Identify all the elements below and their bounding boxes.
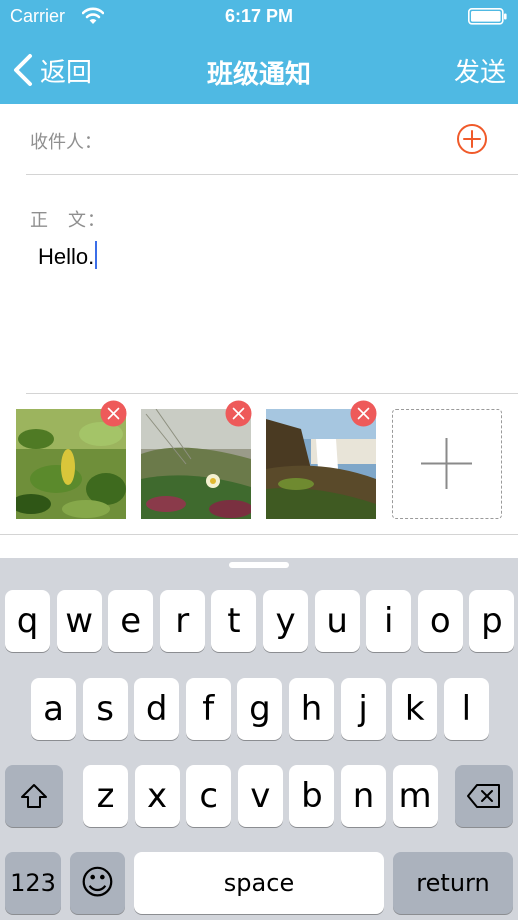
key-b-label: b <box>301 776 323 816</box>
key-t[interactable]: t <box>211 590 257 652</box>
key-f[interactable]: f <box>185 678 231 740</box>
key-a[interactable]: a <box>31 678 76 740</box>
key-p-label: p <box>481 601 503 641</box>
key-z[interactable]: z <box>83 765 128 827</box>
navigation-bar: 返回 班级通知 发送 <box>0 34 518 104</box>
add-recipient-icon[interactable] <box>456 123 488 155</box>
key-u[interactable]: u <box>314 590 360 652</box>
delete-photo-icon[interactable] <box>225 400 252 427</box>
battery-icon <box>468 8 507 25</box>
key-o[interactable]: o <box>417 590 463 652</box>
keyboard-handle[interactable] <box>229 562 289 568</box>
emoji-key-label: ☺ <box>79 863 116 903</box>
key-c-label: c <box>199 776 219 816</box>
key-w[interactable]: w <box>56 590 102 652</box>
emoji-key[interactable]: ☺ <box>70 852 125 914</box>
recipient-label: 收件人： <box>30 132 102 152</box>
space-key-label: space <box>223 869 295 897</box>
onscreen-keyboard: q w e r t y u i o p a s d f g h j k l z x c v b n m 123 ☺ space retur… <box>0 558 518 920</box>
space-key[interactable]: space <box>134 852 384 914</box>
return-key-label: return <box>416 869 490 897</box>
text-caret <box>95 241 98 269</box>
backspace-icon <box>467 784 500 808</box>
recipient-field[interactable]: 收件人： <box>26 104 518 175</box>
numbers-key-label: 123 <box>10 869 56 897</box>
key-n[interactable]: n <box>341 765 386 827</box>
key-m-label: m <box>398 776 432 816</box>
key-l[interactable]: l <box>443 678 489 740</box>
key-n-label: n <box>352 776 375 816</box>
key-r[interactable]: r <box>159 590 205 652</box>
key-g[interactable]: g <box>237 678 283 740</box>
back-button-label: 返回 <box>40 56 93 87</box>
key-k-label: k <box>404 689 425 729</box>
plus-icon <box>421 438 472 489</box>
delete-photo-icon[interactable] <box>100 400 127 427</box>
key-o-label: o <box>429 601 451 641</box>
shift-icon <box>21 784 47 808</box>
key-s-label: s <box>96 689 114 729</box>
key-h-label: h <box>300 689 323 729</box>
key-y-label: y <box>275 601 296 641</box>
delete-photo-icon[interactable] <box>350 400 377 427</box>
key-i-label: i <box>383 601 394 641</box>
chevron-left-icon <box>14 54 32 86</box>
key-t-label: t <box>227 601 241 641</box>
key-z-label: z <box>96 776 115 816</box>
key-c[interactable]: c <box>186 765 232 827</box>
key-l-label: l <box>461 689 472 729</box>
key-v-label: v <box>250 776 271 816</box>
status-time: 6:17 PM <box>224 6 294 26</box>
key-r-label: r <box>175 601 190 641</box>
key-m[interactable]: m <box>392 765 438 827</box>
shift-key[interactable] <box>5 765 63 827</box>
return-key[interactable]: return <box>393 852 513 914</box>
key-e-label: e <box>120 601 142 641</box>
key-q[interactable]: q <box>5 590 50 652</box>
key-b[interactable]: b <box>289 765 335 827</box>
key-i[interactable]: i <box>366 590 412 652</box>
key-a-label: a <box>43 689 64 729</box>
back-button[interactable]: 返回 <box>12 50 92 90</box>
message-body-input[interactable]: Hello. <box>38 241 98 270</box>
key-x-label: x <box>147 776 168 816</box>
status-bar: Carrier 6:17 PM <box>0 0 518 34</box>
numbers-key[interactable]: 123 <box>5 852 61 914</box>
key-s[interactable]: s <box>82 678 128 740</box>
key-u-label: u <box>326 601 348 641</box>
message-body-text: Hello. <box>38 244 95 269</box>
key-d-label: d <box>145 689 168 729</box>
key-v[interactable]: v <box>237 765 283 827</box>
send-button[interactable]: 发送 <box>454 52 506 89</box>
key-x[interactable]: x <box>134 765 180 827</box>
key-p[interactable]: p <box>469 590 515 652</box>
key-h[interactable]: h <box>289 678 334 740</box>
message-body-field[interactable]: 正 文： Hello. <box>26 176 518 394</box>
key-j[interactable]: j <box>340 678 386 740</box>
key-w-label: w <box>65 601 93 641</box>
key-q-label: q <box>16 601 39 641</box>
key-g-label: g <box>249 689 271 729</box>
body-label: 正 文： <box>30 210 106 230</box>
key-k[interactable]: k <box>392 678 438 740</box>
backspace-key[interactable] <box>455 765 513 827</box>
app-header: Carrier 6:17 PM 返回 班级通知 发送 <box>0 0 518 104</box>
attachment-row <box>0 395 518 535</box>
key-e[interactable]: e <box>108 590 154 652</box>
key-d[interactable]: d <box>134 678 180 740</box>
add-photo-button[interactable] <box>392 409 502 519</box>
key-j-label: j <box>358 689 368 729</box>
spacer <box>0 536 518 558</box>
key-f-label: f <box>202 689 215 729</box>
key-y[interactable]: y <box>263 590 308 652</box>
